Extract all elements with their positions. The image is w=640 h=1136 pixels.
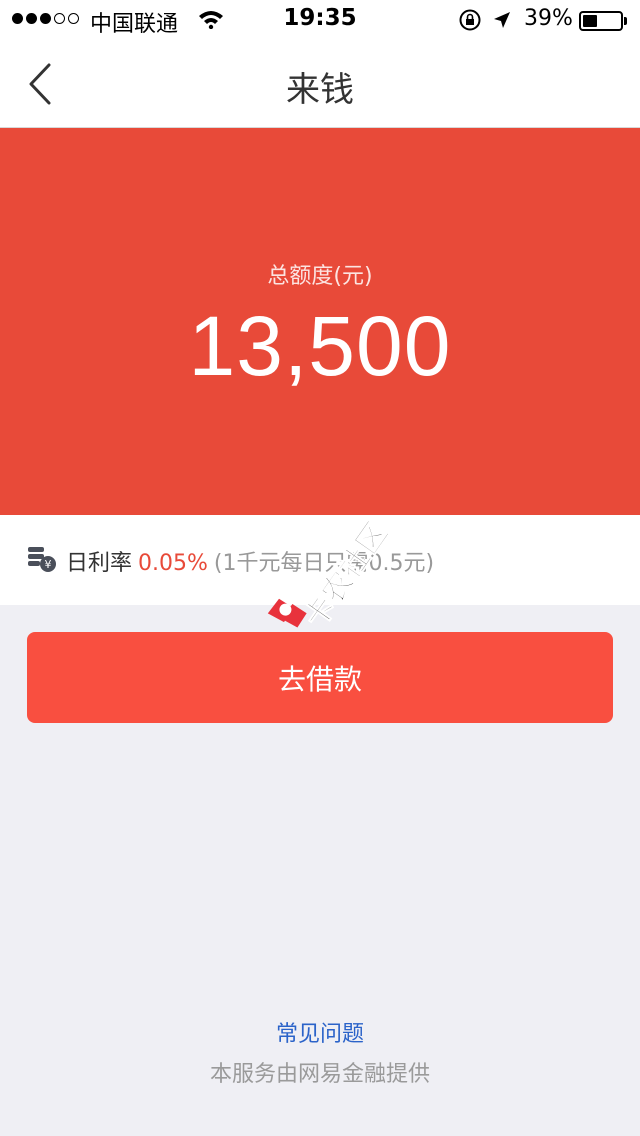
interest-rate-row: ¥ 日利率 0.05% (1千元每日只需0.5元) <box>0 515 640 605</box>
credit-limit-label: 总额度(元) <box>267 264 373 289</box>
navigation-bar: 来钱 <box>0 40 640 128</box>
status-bar: 中国联通 19:35 39% <box>0 0 640 40</box>
page-title: 来钱 <box>286 70 354 110</box>
interest-rate-value: 0.05% <box>138 551 208 576</box>
interest-rate-note: (1千元每日只需0.5元) <box>213 551 435 576</box>
svg-text:¥: ¥ <box>45 558 52 571</box>
borrow-button[interactable]: 去借款 <box>27 632 613 723</box>
interest-rate-label: 日利率 <box>66 551 133 576</box>
service-provider-note: 本服务由网易金融提供 <box>209 1062 430 1087</box>
rotation-lock-icon <box>458 9 482 35</box>
credit-limit-banner: 总额度(元) 13,500 <box>0 128 640 515</box>
location-arrow-icon <box>492 10 512 34</box>
battery-icon <box>579 11 623 31</box>
credit-limit-amount: 13,500 <box>188 299 452 393</box>
battery-percentage: 39% <box>524 6 573 31</box>
faq-link[interactable]: 常见问题 <box>0 1016 640 1048</box>
coins-yuan-icon: ¥ <box>26 545 58 577</box>
